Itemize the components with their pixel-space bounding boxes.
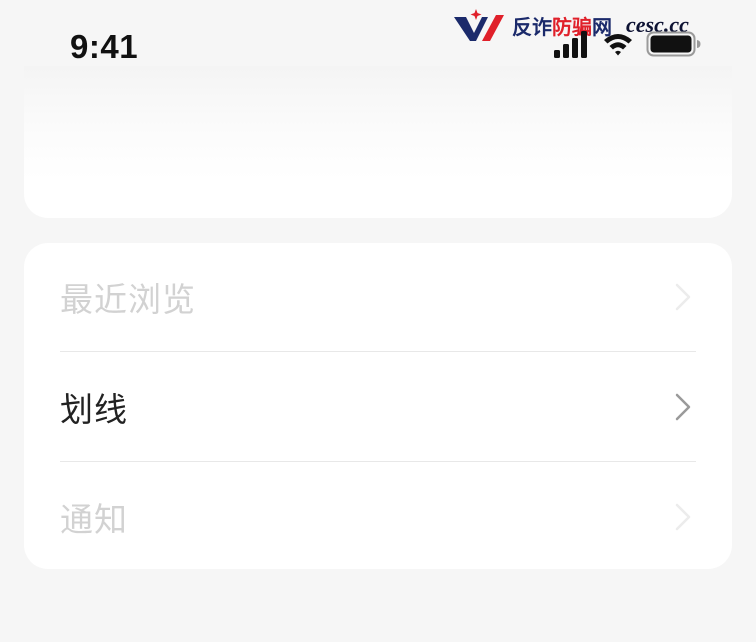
menu-item-label: 最近浏览 (60, 280, 196, 319)
chevron-right-icon (675, 393, 691, 421)
divider (60, 461, 696, 462)
status-time: 9:41 (70, 28, 139, 65)
menu-item-highlights[interactable]: 划线 (60, 353, 696, 461)
chevron-right-icon (675, 283, 691, 311)
status-icons (552, 30, 702, 58)
top-card (24, 66, 732, 218)
menu-item-label: 划线 (60, 390, 128, 429)
watermark-text-part1: 反诈 (512, 14, 552, 39)
battery-icon (646, 31, 701, 57)
menu-item-label: 通知 (60, 500, 128, 539)
menu-item-recent-views[interactable]: 最近浏览 (60, 243, 696, 351)
anti-fraud-logo-icon (454, 9, 504, 41)
chevron-right-icon (675, 503, 691, 531)
menu-item-notifications[interactable]: 通知 (60, 463, 696, 571)
divider (60, 351, 696, 352)
signal-icon (554, 31, 587, 58)
wifi-icon (604, 34, 632, 56)
menu-card: 最近浏览 划线 通知 (24, 243, 732, 569)
